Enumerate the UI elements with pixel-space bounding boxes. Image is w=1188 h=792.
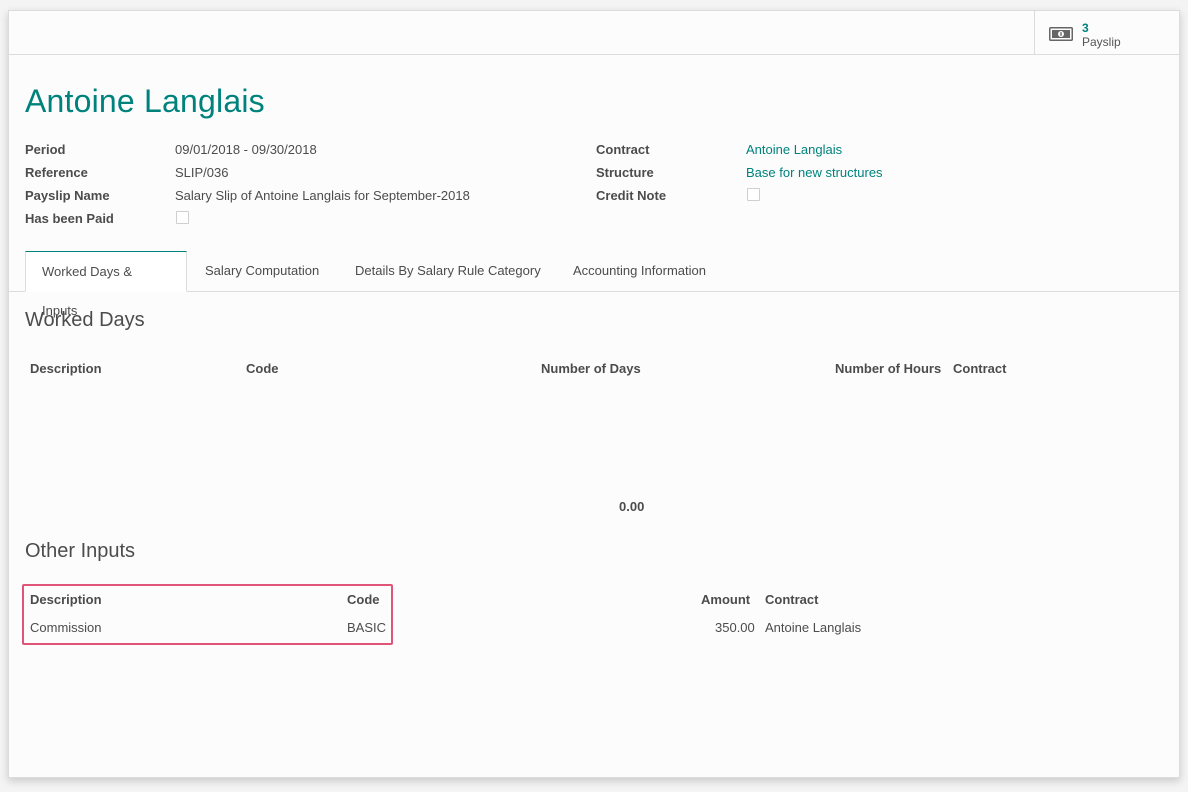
other-inputs-col-amount[interactable]: Amount: [701, 592, 750, 607]
button-box: 3 Payslip: [9, 11, 1179, 55]
money-icon: [1049, 27, 1073, 41]
has-been-paid-label: Has been Paid: [25, 211, 114, 226]
tab-details-by-salary-rule-category[interactable]: Details By Salary Rule Category: [339, 251, 557, 291]
payslip-name-value: Salary Slip of Antoine Langlais for Sept…: [175, 188, 470, 203]
tab-accounting-information[interactable]: Accounting Information: [557, 251, 722, 291]
contract-link[interactable]: Antoine Langlais: [746, 142, 842, 157]
worked-days-col-number-of-hours[interactable]: Number of Hours: [835, 361, 941, 376]
worked-days-col-number-of-days[interactable]: Number of Days: [541, 361, 641, 376]
employee-name-title: Antoine Langlais: [25, 83, 265, 119]
reference-value: SLIP/036: [175, 165, 229, 180]
payslip-name-label: Payslip Name: [25, 188, 110, 203]
period-label: Period: [25, 142, 66, 157]
has-been-paid-checkbox[interactable]: [176, 211, 189, 224]
other-input-contract: Antoine Langlais: [765, 620, 862, 635]
payslip-count: 3: [1082, 21, 1089, 35]
contract-label: Contract: [596, 142, 650, 157]
payslip-smart-button[interactable]: 3 Payslip: [1034, 11, 1179, 54]
worked-days-col-code[interactable]: Code: [246, 361, 279, 376]
credit-note-label: Credit Note: [596, 188, 667, 203]
credit-note-checkbox[interactable]: [747, 188, 760, 201]
payslip-form-sheet: 3 Payslip Antoine Langlais Period 09/01/…: [8, 10, 1180, 778]
structure-label: Structure: [596, 165, 654, 180]
other-inputs-title: Other Inputs: [25, 540, 136, 562]
tab-worked-days-inputs[interactable]: Worked Days & Inputs: [25, 251, 187, 318]
worked-days-col-contract[interactable]: Contract: [953, 361, 1006, 376]
notebook-tabs: Worked Days & Inputs Salary Computation …: [9, 251, 1179, 318]
structure-link[interactable]: Base for new structures: [746, 165, 883, 180]
worked-days-col-description[interactable]: Description: [30, 361, 102, 376]
reference-label: Reference: [25, 165, 88, 180]
worked-days-title: Worked Days: [25, 309, 145, 331]
worked-days-total-days: 0.00: [619, 499, 645, 514]
other-inputs-col-contract[interactable]: Contract: [765, 592, 818, 607]
other-input-amount: 350.00: [715, 620, 755, 635]
period-value: 09/01/2018 - 09/30/2018: [175, 142, 317, 157]
tab-salary-computation[interactable]: Salary Computation: [189, 251, 335, 291]
highlight-box: [22, 584, 393, 645]
payslip-button-label: Payslip: [1082, 35, 1121, 49]
